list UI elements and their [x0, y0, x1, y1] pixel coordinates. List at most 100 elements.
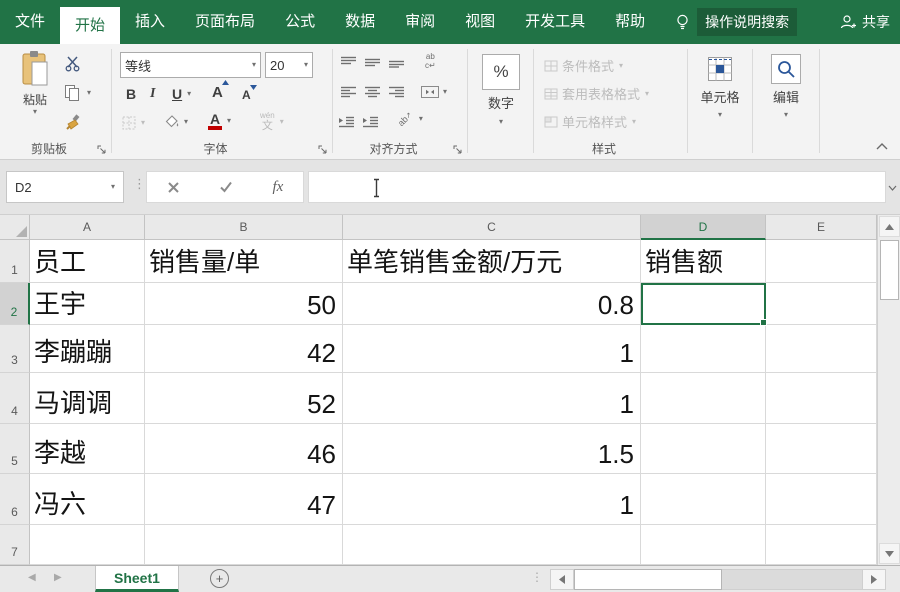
- align-middle-button[interactable]: [365, 56, 380, 68]
- cell-b4[interactable]: 52: [145, 373, 343, 424]
- cancel-icon[interactable]: [167, 181, 180, 194]
- sheet-nav-right-icon[interactable]: ▶: [54, 572, 62, 583]
- horizontal-scroll-thumb[interactable]: [574, 569, 722, 590]
- add-sheet-button[interactable]: +: [210, 569, 229, 588]
- row-header-3[interactable]: 3: [0, 325, 30, 373]
- cell-d2-selected[interactable]: [641, 283, 766, 325]
- enter-icon[interactable]: [219, 181, 233, 193]
- format-as-table-button[interactable]: 套用表格格式 ▾: [544, 84, 649, 103]
- sheet-nav-left-icon[interactable]: ◀: [28, 572, 36, 583]
- font-size-combo[interactable]: 20 ▾: [265, 52, 313, 78]
- cell-c4[interactable]: 1: [343, 373, 641, 424]
- vertical-scroll-thumb[interactable]: [880, 240, 899, 300]
- cell-b2[interactable]: 50: [145, 283, 343, 325]
- align-center-button[interactable]: [365, 86, 380, 98]
- column-header-e[interactable]: E: [766, 215, 877, 240]
- formula-input[interactable]: [308, 171, 886, 203]
- tab-page-layout[interactable]: 页面布局: [180, 0, 270, 44]
- column-header-a[interactable]: A: [30, 215, 145, 240]
- insert-function-icon[interactable]: fx: [272, 179, 283, 196]
- tab-home[interactable]: 开始: [60, 7, 120, 44]
- horizontal-scroll-track[interactable]: [722, 569, 862, 590]
- copy-button[interactable]: ▾: [64, 84, 91, 101]
- scroll-up-button[interactable]: [879, 216, 900, 237]
- align-left-button[interactable]: [341, 86, 356, 98]
- cell-c5[interactable]: 1.5: [343, 424, 641, 474]
- underline-button[interactable]: U ▾: [172, 86, 191, 102]
- tab-help[interactable]: 帮助: [600, 0, 660, 44]
- select-all-corner[interactable]: [0, 215, 30, 240]
- cell-b1[interactable]: 销售量/单: [145, 240, 343, 283]
- scroll-left-button[interactable]: [550, 569, 574, 590]
- tab-formulas[interactable]: 公式: [270, 0, 330, 44]
- bold-button[interactable]: B: [126, 86, 136, 102]
- cell-e5[interactable]: [766, 424, 877, 474]
- cell-e3[interactable]: [766, 325, 877, 373]
- cell-e6[interactable]: [766, 474, 877, 525]
- cells-button[interactable]: 单元格 ▾: [694, 54, 746, 119]
- fill-handle[interactable]: [760, 319, 767, 326]
- font-dialog-launcher[interactable]: [317, 144, 329, 156]
- cell-b3[interactable]: 42: [145, 325, 343, 373]
- number-format-button[interactable]: % 数字 ▾: [481, 54, 521, 126]
- tab-view[interactable]: 视图: [450, 0, 510, 44]
- cell-d7[interactable]: [641, 525, 766, 565]
- row-header-4[interactable]: 4: [0, 373, 30, 424]
- conditional-formatting-button[interactable]: 条件格式 ▾: [544, 56, 623, 75]
- tab-developer[interactable]: 开发工具: [510, 0, 600, 44]
- cell-b7[interactable]: [145, 525, 343, 565]
- tab-insert[interactable]: 插入: [120, 0, 180, 44]
- column-header-d[interactable]: D: [641, 215, 766, 240]
- cell-c2[interactable]: 0.8: [343, 283, 641, 325]
- cell-b5[interactable]: 46: [145, 424, 343, 474]
- cell-a2[interactable]: 王宇: [30, 283, 145, 325]
- paste-button[interactable]: 粘贴 ▾: [10, 50, 60, 116]
- cell-c3[interactable]: 1: [343, 325, 641, 373]
- row-header-2[interactable]: 2: [0, 283, 30, 325]
- decrease-indent-button[interactable]: [339, 116, 354, 128]
- collapse-ribbon-button[interactable]: [876, 142, 888, 150]
- cell-a3[interactable]: 李蹦蹦: [30, 325, 145, 373]
- cell-d1[interactable]: 销售额: [641, 240, 766, 283]
- row-header-5[interactable]: 5: [0, 424, 30, 474]
- name-box[interactable]: D2 ▾: [6, 171, 124, 203]
- cell-a6[interactable]: 冯六: [30, 474, 145, 525]
- cell-d4[interactable]: [641, 373, 766, 424]
- increase-indent-button[interactable]: [363, 116, 378, 128]
- cell-b6[interactable]: 47: [145, 474, 343, 525]
- tell-me-search[interactable]: 操作说明搜索: [674, 0, 797, 44]
- column-header-c[interactable]: C: [343, 215, 641, 240]
- grow-font-button[interactable]: A: [212, 84, 223, 101]
- phonetic-button[interactable]: wén 文 ▾: [260, 112, 284, 132]
- column-header-b[interactable]: B: [145, 215, 343, 240]
- cell-e7[interactable]: [766, 525, 877, 565]
- cell-c6[interactable]: 1: [343, 474, 641, 525]
- font-color-button[interactable]: A ▾: [208, 112, 231, 130]
- horizontal-scrollbar[interactable]: [550, 569, 886, 590]
- formula-bar-expand-icon[interactable]: [886, 182, 898, 194]
- clipboard-dialog-launcher[interactable]: [96, 144, 108, 156]
- scroll-down-button[interactable]: [879, 543, 900, 564]
- tab-data[interactable]: 数据: [330, 0, 390, 44]
- vertical-scrollbar[interactable]: [877, 215, 900, 565]
- row-header-6[interactable]: 6: [0, 474, 30, 525]
- merge-center-button[interactable]: ▾: [421, 86, 447, 98]
- sheet-tab-sheet1[interactable]: Sheet1: [95, 566, 179, 592]
- cell-styles-button[interactable]: 单元格样式 ▾: [544, 112, 636, 131]
- italic-button[interactable]: I: [150, 86, 155, 102]
- tab-file[interactable]: 文件: [0, 0, 60, 44]
- cell-a1[interactable]: 员工: [30, 240, 145, 283]
- editing-button[interactable]: 编辑 ▾: [761, 54, 811, 119]
- cell-a7[interactable]: [30, 525, 145, 565]
- scroll-right-button[interactable]: [862, 569, 886, 590]
- share-button[interactable]: 共享: [839, 0, 890, 44]
- row-header-1[interactable]: 1: [0, 240, 30, 283]
- align-top-button[interactable]: [341, 56, 356, 68]
- row-header-7[interactable]: 7: [0, 525, 30, 565]
- cell-d3[interactable]: [641, 325, 766, 373]
- formula-bar-gripper[interactable]: ⋮: [133, 176, 146, 192]
- cut-button[interactable]: [64, 55, 81, 72]
- cell-a4[interactable]: 马调调: [30, 373, 145, 424]
- align-right-button[interactable]: [389, 86, 404, 98]
- tab-review[interactable]: 审阅: [390, 0, 450, 44]
